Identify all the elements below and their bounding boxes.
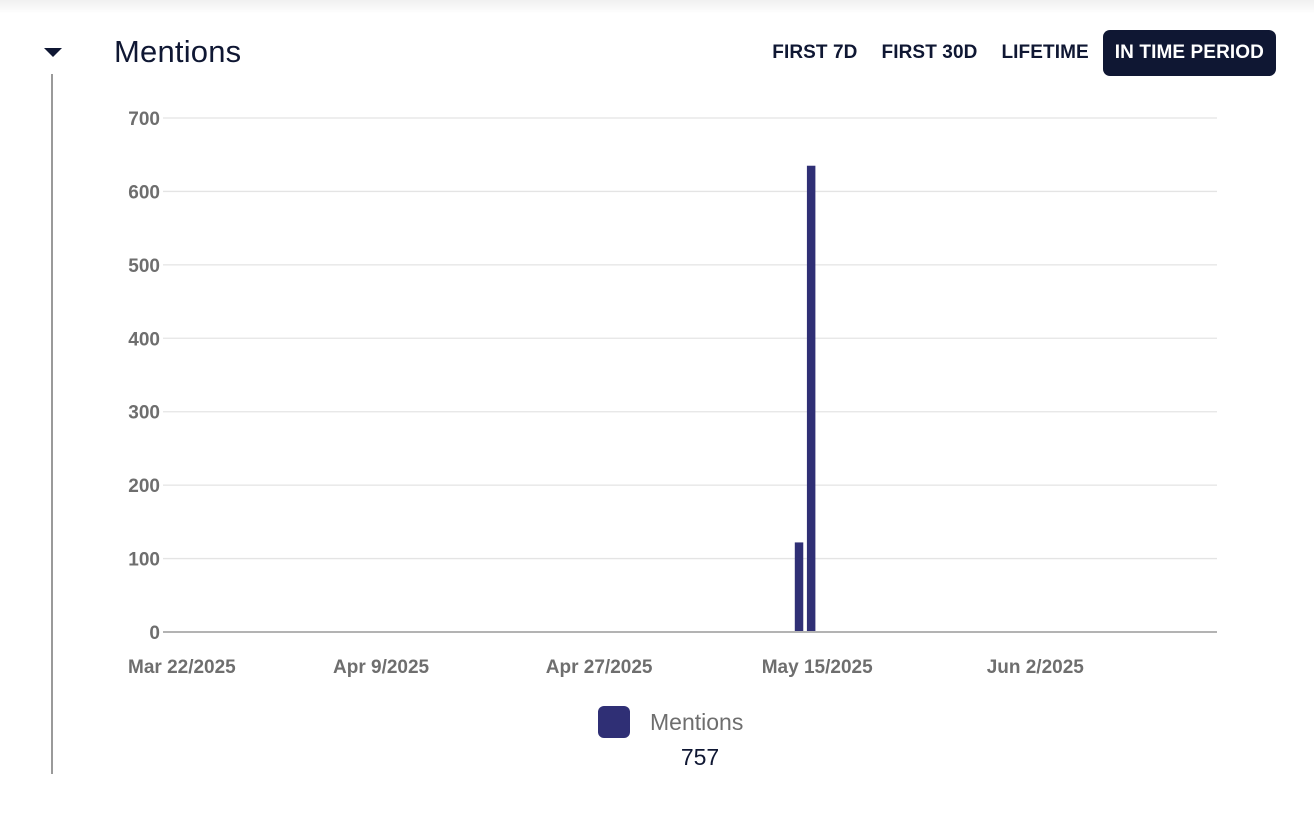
y-tick-label: 700 <box>128 109 160 130</box>
y-axis-ticks: 0 100 200 300 400 500 600 700 <box>128 109 160 644</box>
bars <box>794 165 816 632</box>
x-tick-label: Apr 27/2025 <box>546 657 653 678</box>
bar <box>806 165 816 632</box>
legend-swatch <box>598 706 630 738</box>
y-tick-label: 500 <box>128 256 160 277</box>
bar <box>794 542 804 632</box>
legend-total: 757 <box>680 744 720 770</box>
x-tick-label: Jun 2/2025 <box>987 657 1085 678</box>
x-tick-label: May 15/2025 <box>762 657 873 678</box>
y-tick-label: 600 <box>128 182 160 203</box>
x-tick-label: Apr 9/2025 <box>333 657 430 678</box>
x-axis-ticks: Mar 22/2025 Apr 9/2025 Apr 27/2025 May 15/2… <box>128 657 1084 678</box>
mentions-bar-chart: 0 100 200 300 400 500 600 700 Mar 22/2025 Apr 9/… <box>128 109 1217 678</box>
grid-lines <box>163 117 1217 560</box>
y-tick-label: 100 <box>128 550 160 571</box>
legend[interactable]: Mentions <box>598 706 743 738</box>
y-tick-label: 400 <box>128 329 160 350</box>
x-tick-label: Mar 22/2025 <box>128 657 236 678</box>
legend-label: Mentions <box>650 708 744 735</box>
y-tick-label: 300 <box>128 403 160 424</box>
y-tick-label: 0 <box>149 623 160 644</box>
y-tick-label: 200 <box>128 476 160 497</box>
